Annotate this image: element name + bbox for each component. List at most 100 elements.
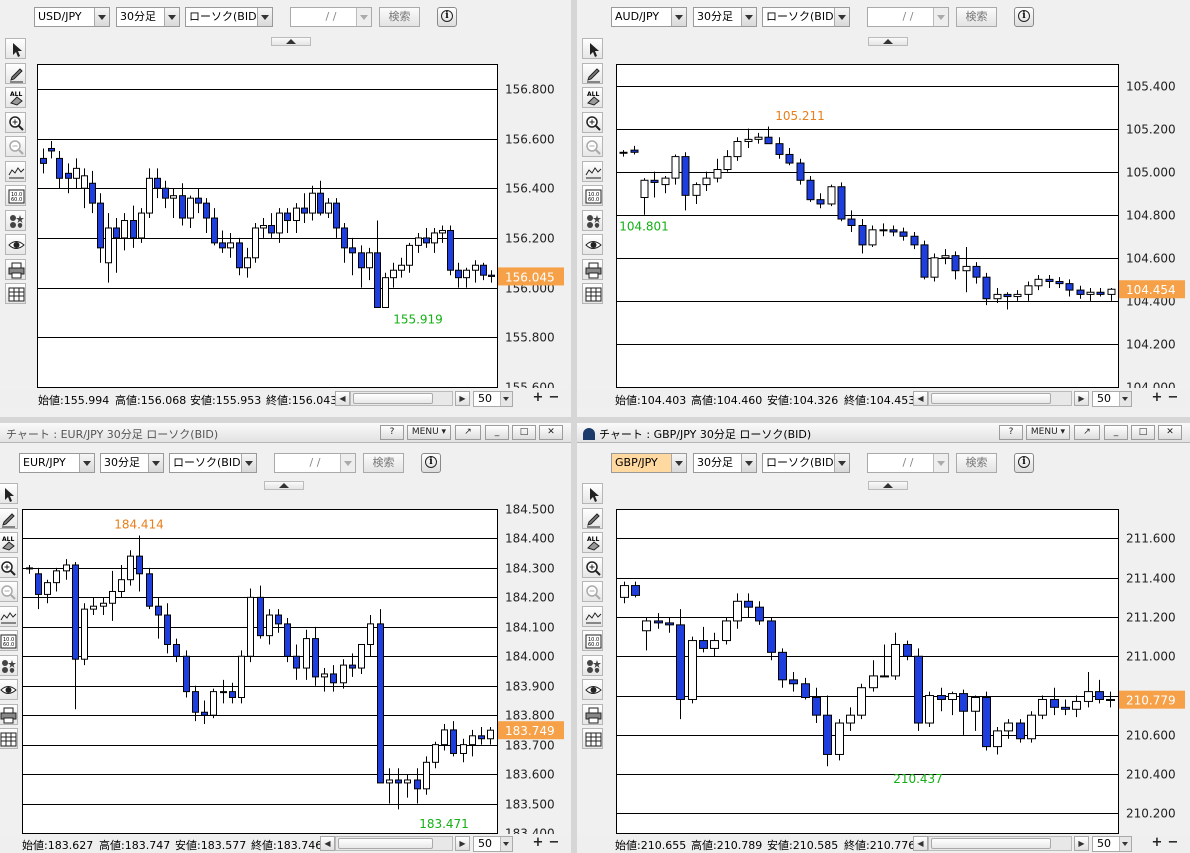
chart-type-select[interactable]: ローソク(BID) bbox=[762, 7, 850, 27]
zoom-in-button[interactable]: + bbox=[531, 836, 545, 851]
scroll-thumb[interactable] bbox=[931, 393, 1051, 404]
zoom-in-tool[interactable] bbox=[582, 111, 603, 133]
zoom-out-tool[interactable] bbox=[582, 136, 603, 157]
chart-scrollbar[interactable] bbox=[928, 391, 1072, 406]
all-eraser-tool[interactable]: ALL bbox=[0, 532, 18, 553]
scroll-left-button[interactable]: ◀ bbox=[913, 391, 928, 406]
scroll-left-button[interactable]: ◀ bbox=[320, 836, 335, 851]
data-window-tool[interactable]: 10.0 60.0 bbox=[0, 630, 18, 651]
eye-tool[interactable] bbox=[5, 234, 26, 255]
collapse-toggle[interactable] bbox=[264, 481, 304, 490]
zoom-select[interactable]: 50 bbox=[1092, 836, 1132, 852]
table-tool[interactable] bbox=[582, 728, 603, 749]
indicator-tool[interactable] bbox=[5, 160, 26, 182]
search-button[interactable]: 検索 bbox=[363, 453, 404, 473]
symbol-tool[interactable] bbox=[582, 654, 603, 676]
print-tool[interactable] bbox=[0, 703, 18, 725]
zoom-select[interactable]: 50 bbox=[473, 836, 513, 852]
indicator-tool[interactable] bbox=[0, 605, 18, 627]
info-button[interactable]: i bbox=[437, 7, 457, 27]
date-input[interactable]: / / bbox=[867, 453, 949, 473]
zoom-out-tool[interactable] bbox=[582, 581, 603, 602]
info-button[interactable]: i bbox=[1014, 453, 1034, 473]
price-chart[interactable]: 184.500 184.400 184.300 184.200 184.100 184.0… bbox=[19, 493, 564, 834]
maximize-button[interactable]: □ bbox=[1131, 425, 1155, 440]
collapse-toggle[interactable] bbox=[868, 37, 908, 46]
data-window-tool[interactable]: 10.0 60.0 bbox=[582, 630, 603, 651]
cursor-tool[interactable] bbox=[582, 483, 603, 504]
zoom-out-button[interactable]: − bbox=[547, 836, 561, 851]
help-button[interactable]: ? bbox=[380, 425, 404, 440]
all-eraser-tool[interactable]: ALL bbox=[582, 87, 603, 108]
window-titlebar[interactable]: チャート : GBP/JPY 30分足 ローソク(BID) ? MENU ▾ ↗… bbox=[577, 423, 1190, 443]
menu-button[interactable]: MENU ▾ bbox=[407, 425, 451, 440]
data-window-tool[interactable]: 10.0 60.0 bbox=[582, 185, 603, 206]
data-window-tool[interactable]: 10.0 60.0 bbox=[5, 185, 26, 206]
eye-tool[interactable] bbox=[0, 679, 18, 700]
chart-scrollbar[interactable] bbox=[335, 836, 453, 851]
print-tool[interactable] bbox=[5, 258, 26, 280]
maximize-button[interactable]: □ bbox=[512, 425, 536, 440]
search-button[interactable]: 検索 bbox=[956, 453, 997, 473]
indicator-tool[interactable] bbox=[582, 160, 603, 182]
zoom-in-button[interactable]: + bbox=[1150, 836, 1164, 851]
scroll-thumb[interactable] bbox=[931, 838, 1051, 849]
scroll-left-button[interactable]: ◀ bbox=[335, 391, 350, 406]
minimize-button[interactable]: _ bbox=[485, 425, 509, 440]
zoom-in-tool[interactable] bbox=[5, 111, 26, 133]
timeframe-select[interactable]: 30分足 bbox=[693, 7, 757, 27]
pair-select[interactable]: AUD/JPY bbox=[611, 7, 687, 27]
chart-scrollbar[interactable] bbox=[350, 391, 453, 406]
scroll-right-button[interactable]: ▶ bbox=[1074, 836, 1089, 851]
print-tool[interactable] bbox=[582, 703, 603, 725]
window-titlebar[interactable]: チャート : EUR/JPY 30分足 ローソク(BID) ? MENU ▾ ↗… bbox=[0, 423, 571, 443]
table-tool[interactable] bbox=[582, 283, 603, 304]
collapse-toggle[interactable] bbox=[868, 481, 908, 490]
zoom-out-tool[interactable] bbox=[0, 581, 18, 602]
cursor-tool[interactable] bbox=[0, 483, 18, 504]
date-input[interactable]: / / bbox=[274, 453, 356, 473]
cursor-tool[interactable] bbox=[5, 38, 26, 59]
zoom-in-button[interactable]: + bbox=[1150, 391, 1164, 406]
minimize-button[interactable]: _ bbox=[1104, 425, 1128, 440]
collapse-toggle[interactable] bbox=[271, 37, 311, 46]
help-button[interactable]: ? bbox=[999, 425, 1023, 440]
timeframe-select[interactable]: 30分足 bbox=[100, 453, 164, 473]
date-input[interactable]: / / bbox=[867, 7, 949, 27]
scroll-thumb[interactable] bbox=[338, 838, 433, 849]
zoom-in-tool[interactable] bbox=[0, 556, 18, 578]
zoom-select[interactable]: 50 bbox=[473, 391, 513, 407]
zoom-in-button[interactable]: + bbox=[531, 391, 545, 406]
table-tool[interactable] bbox=[0, 728, 18, 749]
pair-select[interactable]: USD/JPY bbox=[34, 7, 110, 27]
scroll-right-button[interactable]: ▶ bbox=[455, 391, 470, 406]
table-tool[interactable] bbox=[5, 283, 26, 304]
all-eraser-tool[interactable]: ALL bbox=[582, 532, 603, 553]
info-button[interactable]: i bbox=[421, 453, 441, 473]
close-button[interactable]: ✕ bbox=[539, 425, 563, 440]
pin-button[interactable]: ↗ bbox=[455, 425, 481, 440]
pencil-tool[interactable] bbox=[582, 507, 603, 529]
timeframe-select[interactable]: 30分足 bbox=[693, 453, 757, 473]
search-button[interactable]: 検索 bbox=[379, 7, 420, 27]
symbol-tool[interactable] bbox=[582, 209, 603, 231]
scroll-right-button[interactable]: ▶ bbox=[1074, 391, 1089, 406]
zoom-in-tool[interactable] bbox=[582, 556, 603, 578]
pencil-tool[interactable] bbox=[582, 62, 603, 84]
eye-tool[interactable] bbox=[582, 234, 603, 255]
print-tool[interactable] bbox=[582, 258, 603, 280]
all-eraser-tool[interactable]: ALL bbox=[5, 87, 26, 108]
chart-type-select[interactable]: ローソク(BID) bbox=[762, 453, 850, 473]
info-button[interactable]: i bbox=[1014, 7, 1034, 27]
price-chart[interactable]: 156.800156.600156.400156.200156.000155.8… bbox=[34, 48, 564, 388]
scroll-left-button[interactable]: ◀ bbox=[913, 836, 928, 851]
zoom-out-button[interactable]: − bbox=[1166, 836, 1180, 851]
menu-button[interactable]: MENU ▾ bbox=[1026, 425, 1070, 440]
scroll-right-button[interactable]: ▶ bbox=[455, 836, 470, 851]
timeframe-select[interactable]: 30分足 bbox=[116, 7, 180, 27]
pencil-tool[interactable] bbox=[5, 62, 26, 84]
date-input[interactable]: / / bbox=[290, 7, 372, 27]
eye-tool[interactable] bbox=[582, 679, 603, 700]
zoom-out-button[interactable]: − bbox=[547, 391, 561, 406]
search-button[interactable]: 検索 bbox=[956, 7, 997, 27]
